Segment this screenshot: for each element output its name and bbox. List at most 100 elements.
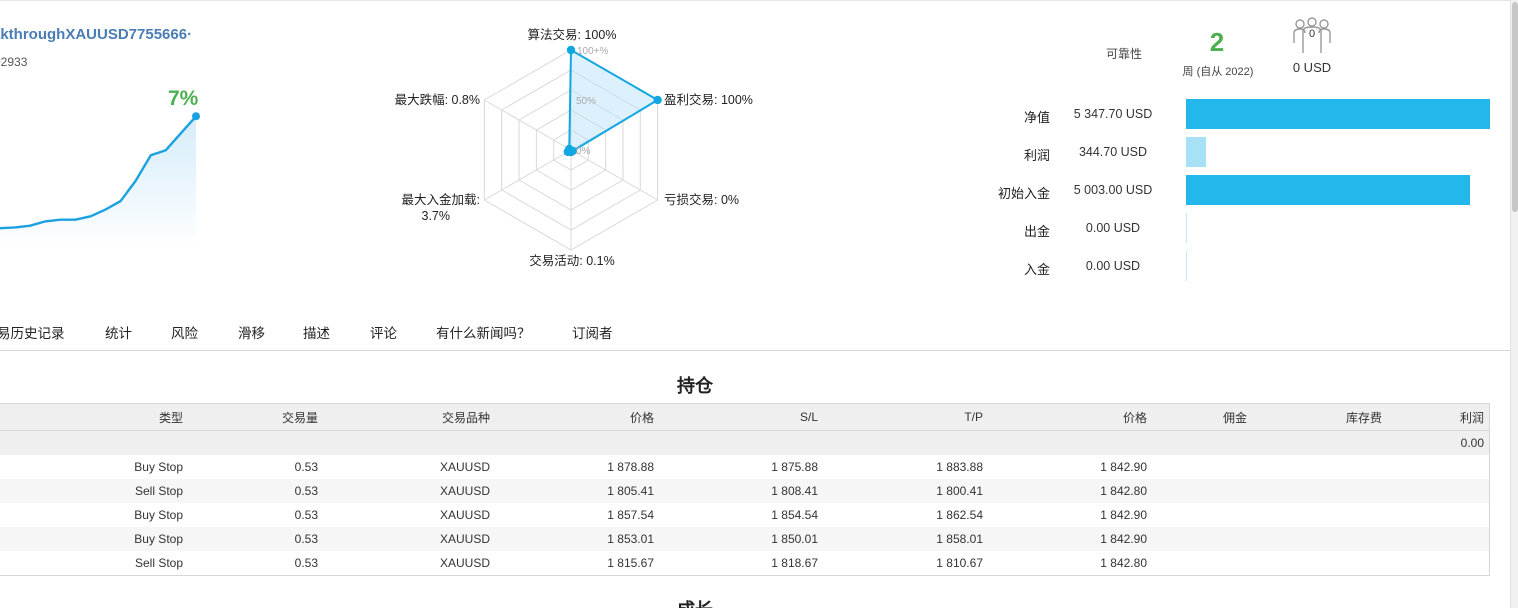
growth-section-title: 成长 — [650, 596, 740, 608]
tab-slippage[interactable]: 滑移 — [238, 322, 265, 342]
table-body: Buy Stop 0.53 XAUUSD 1 878.88 1 875.88 1 883.… — [0, 455, 1489, 575]
scrollbar-thumb[interactable] — [1512, 2, 1518, 212]
balance-row-deposits: 入金 0.00 USD — [980, 251, 1500, 281]
positions-title: 持仓 — [677, 376, 713, 396]
cell-symbol: XAUUSD — [439, 460, 490, 474]
tab-reviews[interactable]: 评论 — [370, 322, 397, 342]
cell-profit — [1382, 551, 1484, 575]
cell-commission — [1147, 455, 1247, 479]
growth-end-point — [192, 112, 200, 121]
cell-type: Sell Stop — [134, 556, 183, 570]
balance-label: 利润 — [1023, 148, 1050, 163]
subscriber-funds: 0 USD — [1292, 60, 1332, 75]
cell-price: 1 842.90 — [1100, 532, 1147, 546]
cell-sl: 1 854.54 — [771, 508, 818, 522]
cell-commission — [1147, 527, 1247, 551]
balance-label: 出金 — [1023, 224, 1050, 239]
cell-price: 1 842.90 — [1100, 508, 1147, 522]
radar-scale-label: 100+% — [577, 46, 609, 57]
cell-volume: 0.53 — [294, 484, 318, 498]
tab-trade-history[interactable]: 易历史记录 — [0, 322, 65, 342]
column-header-commission[interactable]: 佣金 — [1147, 404, 1247, 430]
cell-open-price: 1 878.88 — [607, 460, 654, 474]
cell-swap — [1247, 479, 1382, 503]
column-header-profit[interactable]: 利润 — [1382, 404, 1484, 430]
positions-table: 类型 交易量 交易品种 价格 S/L T/P 价格 佣金 库存费 利润 0.00… — [0, 403, 1490, 576]
column-header-tp[interactable]: T/P — [818, 404, 983, 430]
cell-swap — [1247, 455, 1382, 479]
cell-tp: 1 800.41 — [936, 484, 983, 498]
cell-tp: 1 858.01 — [936, 532, 983, 546]
column-header-volume[interactable]: 交易量 — [183, 404, 318, 430]
radar-axis-label: 最大入金加载: — [402, 192, 480, 207]
cell-commission — [1147, 503, 1247, 527]
column-header-sl[interactable]: S/L — [654, 404, 818, 430]
weeks-label: 周 (自从 2022) — [1182, 66, 1254, 78]
table-row: Sell Stop 0.53 XAUUSD 1 805.41 1 808.41 1 800… — [0, 479, 1489, 503]
cell-profit — [1382, 503, 1484, 527]
radar-point — [566, 45, 576, 55]
cell-price: 1 842.80 — [1100, 484, 1147, 498]
column-header-swap[interactable]: 库存费 — [1247, 404, 1382, 430]
cell-type: Buy Stop — [134, 508, 183, 522]
radar-spoke — [570, 149, 658, 201]
column-header-symbol[interactable]: 交易品种 — [318, 404, 490, 430]
cell-tp: 1 810.67 — [936, 556, 983, 570]
cell-symbol: XAUUSD — [439, 508, 490, 522]
balance-value: 5 003.00 USD — [1073, 183, 1153, 197]
cell-type: Sell Stop — [134, 484, 183, 498]
radar-axis-label: 盈利交易: 100% — [664, 92, 753, 107]
radar-scale-label: 50% — [576, 96, 596, 107]
signal-name-link[interactable]: akthroughXAUUSD7755666· — [0, 26, 192, 43]
cell-swap — [1247, 527, 1382, 551]
cell-sl: 1 808.41 — [771, 484, 818, 498]
cell-symbol: XAUUSD — [439, 484, 490, 498]
balance-row-withdrawals: 出金 0.00 USD — [980, 213, 1500, 243]
tab-subscribers[interactable]: 订阅者 — [572, 322, 613, 342]
table-row: Sell Stop 0.53 XAUUSD 1 815.67 1 818.67 1 810… — [0, 551, 1489, 575]
column-header-price[interactable]: 价格 — [983, 404, 1147, 430]
signal-login: 02933 — [0, 55, 28, 69]
balance-value: 0.00 USD — [1085, 221, 1141, 235]
cell-open-price: 1 805.41 — [607, 484, 654, 498]
tabs-divider — [0, 350, 1510, 351]
radar-axis-label: 3.7% — [422, 209, 451, 223]
balance-label: 净值 — [1023, 110, 1050, 125]
column-header-open-price[interactable]: 价格 — [490, 404, 654, 430]
page-scrollbar[interactable] — [1510, 0, 1518, 608]
radar-scale-label: 0% — [576, 146, 591, 157]
column-header-type[interactable]: 类型 — [0, 404, 183, 430]
table-row: Buy Stop 0.53 XAUUSD 1 853.01 1 850.01 1 858.… — [0, 527, 1489, 551]
table-summary-row: 0.00 — [0, 431, 1489, 455]
cell-swap — [1247, 503, 1382, 527]
balance-bar — [1186, 251, 1187, 281]
radar-axis-label: 最大跌幅: 0.8% — [395, 92, 480, 107]
balance-row-profit: 利润 344.70 USD — [980, 137, 1500, 167]
cell-type: Buy Stop — [134, 460, 183, 474]
balance-bar — [1186, 137, 1206, 167]
cell-profit — [1382, 479, 1484, 503]
cell-volume: 0.53 — [294, 460, 318, 474]
cell-profit — [1382, 527, 1484, 551]
cell-commission — [1147, 479, 1247, 503]
tab-news[interactable]: 有什么新闻吗？ — [436, 322, 531, 342]
balance-bar — [1186, 99, 1490, 129]
cell-volume: 0.53 — [294, 556, 318, 570]
cell-sl: 1 875.88 — [771, 460, 818, 474]
radar-spoke — [484, 99, 572, 151]
balance-value: 5 347.70 USD — [1073, 107, 1153, 121]
tab-statistics[interactable]: 统计 — [105, 322, 132, 342]
signal-tabs: 易历史记录 统计 风险 滑移 描述 评论 有什么新闻吗？ 订阅者 — [0, 318, 1510, 344]
radar-point — [653, 95, 662, 105]
top-divider — [0, 0, 1510, 1]
tab-risks[interactable]: 风险 — [171, 322, 198, 342]
balance-row-initial-deposit: 初始入金 5 003.00 USD — [980, 175, 1500, 205]
cell-tp: 1 883.88 — [936, 460, 983, 474]
tab-description[interactable]: 描述 — [303, 322, 330, 342]
table-header: 类型 交易量 交易品种 价格 S/L T/P 价格 佣金 库存费 利润 — [0, 404, 1489, 431]
balance-bar — [1186, 175, 1470, 205]
cell-open-price: 1 853.01 — [607, 532, 654, 546]
growth-mini-chart — [0, 112, 200, 250]
signal-page: akthroughXAUUSD7755666· 02933 7% 100+%50… — [0, 0, 1510, 608]
cell-swap — [1247, 551, 1382, 575]
